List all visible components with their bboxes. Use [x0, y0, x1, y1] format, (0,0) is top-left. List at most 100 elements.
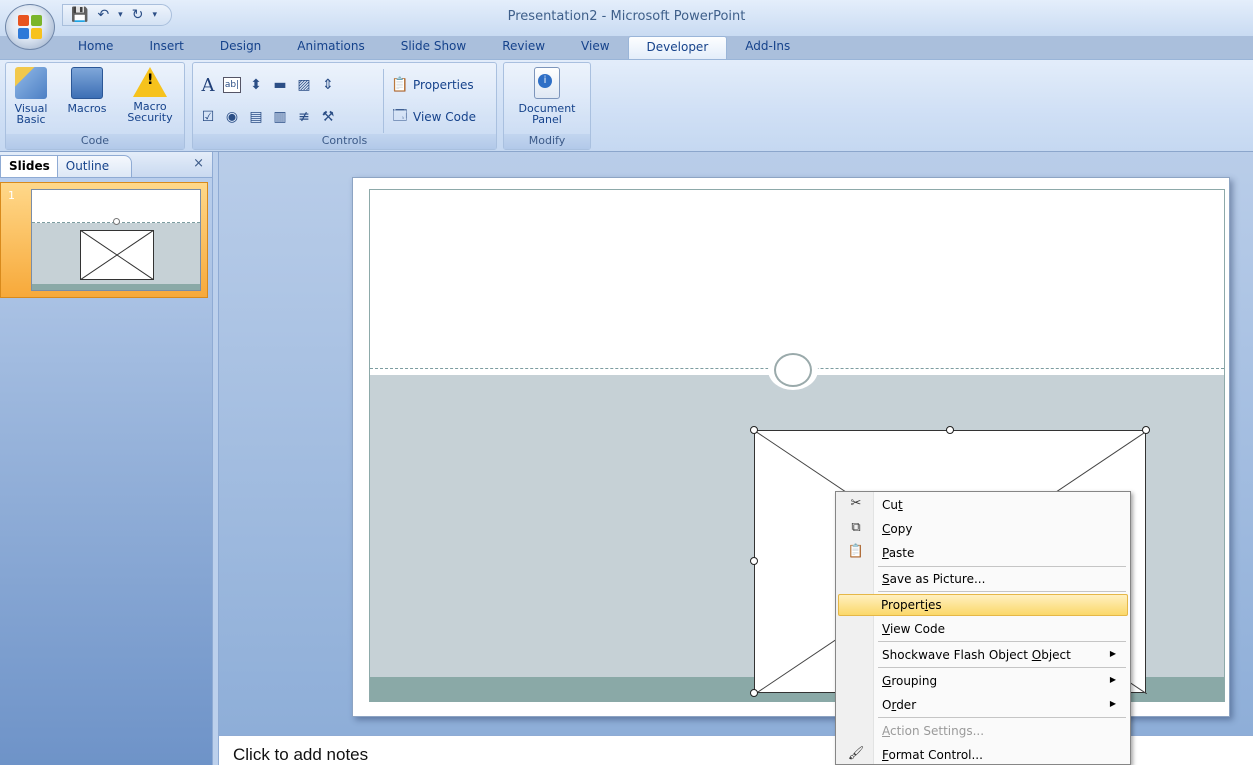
close-icon[interactable]: × [193, 156, 204, 171]
menu-item-copy[interactable]: ⧉ Copy [838, 518, 1128, 540]
visual-basic-button[interactable]: Visual Basic [9, 65, 53, 125]
menu-item-order[interactable]: Order ▶ [838, 694, 1128, 716]
more-controls-icon[interactable]: ⚒ [319, 109, 337, 125]
notes-placeholder: Click to add notes [233, 745, 369, 764]
scrollbar-icon[interactable]: ⇕ [319, 77, 337, 93]
document-panel-label: Document Panel [518, 102, 576, 126]
slide-thumbnail [31, 189, 201, 291]
thumb-circle [113, 218, 120, 225]
scissors-icon: ✂ [850, 496, 862, 511]
undo-icon[interactable]: ↶ [97, 7, 109, 23]
controls-divider [383, 69, 384, 133]
menu-separator [878, 667, 1126, 668]
group-modify-label: Modify [504, 134, 590, 149]
resize-handle-n[interactable] [946, 426, 954, 434]
tab-slides[interactable]: Slides [0, 155, 59, 177]
format-control-icon: 🖌 [847, 746, 865, 761]
office-button[interactable] [5, 4, 55, 50]
tab-review[interactable]: Review [484, 36, 563, 59]
properties-button[interactable]: 📋 Properties [391, 77, 474, 93]
macros-label: Macros [67, 102, 107, 115]
menu-item-action-settings: Action Settings... [882, 724, 985, 738]
menu-item-grouping[interactable]: Grouping ▶ [838, 670, 1128, 692]
view-code-button[interactable]: 🗔 View Code [391, 108, 476, 125]
tab-view[interactable]: View [563, 36, 627, 59]
tab-insert[interactable]: Insert [131, 36, 201, 59]
group-code-label: Code [6, 134, 184, 149]
visual-basic-icon [15, 67, 47, 99]
save-icon[interactable]: 💾 [71, 7, 88, 23]
listbox-control-icon[interactable]: ▤ [247, 109, 265, 125]
menu-item-shockwave-flash-object[interactable]: Shockwave Flash Object Object ▶ [838, 644, 1128, 666]
menu-item-paste[interactable]: 📋 Paste [838, 542, 1128, 564]
thumb-flash-placeholder [80, 230, 154, 280]
menu-item-save-as-picture[interactable]: Save as Picture... [838, 568, 1128, 590]
menu-item-format-control[interactable]: 🖌 Format Control... [838, 744, 1128, 765]
menu-separator [878, 591, 1126, 592]
controls-row-1: A ab| ⬍ ▬ ▨ ⇕ [199, 75, 337, 96]
title-bar: Presentation2 - Microsoft PowerPoint [0, 0, 1253, 36]
thumb-footer [32, 284, 200, 290]
image-control-icon[interactable]: ▨ [295, 77, 313, 93]
menu-separator [878, 717, 1126, 718]
window-title: Presentation2 - Microsoft PowerPoint [507, 9, 746, 24]
visual-basic-label: Visual Basic [14, 102, 48, 126]
copy-icon: ⧉ [851, 520, 861, 535]
textbox-control-icon[interactable]: ab| [223, 77, 241, 93]
view-code-icon: 🗔 [392, 108, 408, 124]
menu-separator [878, 566, 1126, 567]
resize-handle-w[interactable] [750, 557, 758, 565]
macro-security-label: Macro Security [127, 100, 173, 124]
macro-security-button[interactable]: ! Macro Security [118, 65, 182, 123]
resize-handle-sw[interactable] [750, 689, 758, 697]
redo-icon[interactable]: ↻ [132, 7, 144, 23]
quick-access-toolbar: 💾 ↶ ▾ ↻ ▾ [62, 4, 172, 26]
properties-icon: 📋 [391, 77, 409, 93]
slide-thumbnail-item[interactable]: 1 [0, 182, 208, 298]
resize-handle-nw[interactable] [750, 426, 758, 434]
tab-slide-show[interactable]: Slide Show [383, 36, 484, 59]
macros-button[interactable]: Macros [62, 65, 112, 114]
dropdown-arrow-icon[interactable]: ▾ [118, 10, 123, 20]
slide-circle-ornament [768, 350, 818, 390]
spin-button-icon[interactable]: ⬍ [247, 77, 265, 93]
menu-item-cut[interactable]: ✂ Cut [838, 494, 1128, 516]
combobox-control-icon[interactable]: ▥ [271, 109, 289, 125]
menu-item-view-code[interactable]: View Code [838, 618, 1128, 640]
label-control-icon[interactable]: A [199, 75, 217, 96]
tab-animations[interactable]: Animations [279, 36, 382, 59]
submenu-arrow-icon: ▶ [1109, 649, 1116, 658]
tab-home[interactable]: Home [60, 36, 131, 59]
group-controls: A ab| ⬍ ▬ ▨ ⇕ ☑ ◉ ▤ ▥ ≢ ⚒ 📋 Properties 🗔… [192, 62, 497, 150]
command-button-icon[interactable]: ▬ [271, 77, 289, 93]
panel-splitter[interactable] [212, 152, 219, 765]
submenu-arrow-icon: ▶ [1109, 675, 1116, 684]
toggle-button-icon[interactable]: ≢ [295, 109, 313, 125]
group-controls-label: Controls [193, 134, 496, 149]
group-modify: i Document Panel Modify [503, 62, 591, 150]
properties-label: Properties [413, 78, 474, 92]
paste-icon: 📋 [847, 544, 865, 559]
checkbox-control-icon[interactable]: ☑ [199, 109, 217, 125]
option-button-icon[interactable]: ◉ [223, 109, 241, 125]
menu-item-properties[interactable]: Properties [838, 594, 1128, 616]
tab-design[interactable]: Design [202, 36, 279, 59]
macros-icon [71, 67, 103, 99]
slides-panel: Slides Outline × 1 [0, 152, 212, 765]
submenu-arrow-icon: ▶ [1109, 699, 1116, 708]
warning-icon: ! [133, 67, 167, 97]
ribbon: Visual Basic Macros ! Macro Security Cod… [0, 59, 1253, 152]
context-menu: ✂ Cut ⧉ Copy 📋 Paste Save as Picture... … [835, 491, 1131, 765]
group-code: Visual Basic Macros ! Macro Security Cod… [5, 62, 185, 150]
tab-outline[interactable]: Outline [56, 155, 133, 177]
tab-add-ins[interactable]: Add-Ins [727, 36, 808, 59]
tab-developer[interactable]: Developer [627, 36, 728, 59]
resize-handle-ne[interactable] [1142, 426, 1150, 434]
customize-qat-icon[interactable]: ▾ [152, 10, 157, 20]
document-panel-button[interactable]: i Document Panel [507, 65, 587, 125]
panel-tabs: Slides Outline × [0, 152, 212, 178]
document-panel-icon: i [534, 67, 560, 99]
ribbon-tabs: Home Insert Design Animations Slide Show… [60, 36, 808, 59]
slide-number: 1 [8, 189, 15, 202]
office-logo-icon [18, 15, 42, 39]
